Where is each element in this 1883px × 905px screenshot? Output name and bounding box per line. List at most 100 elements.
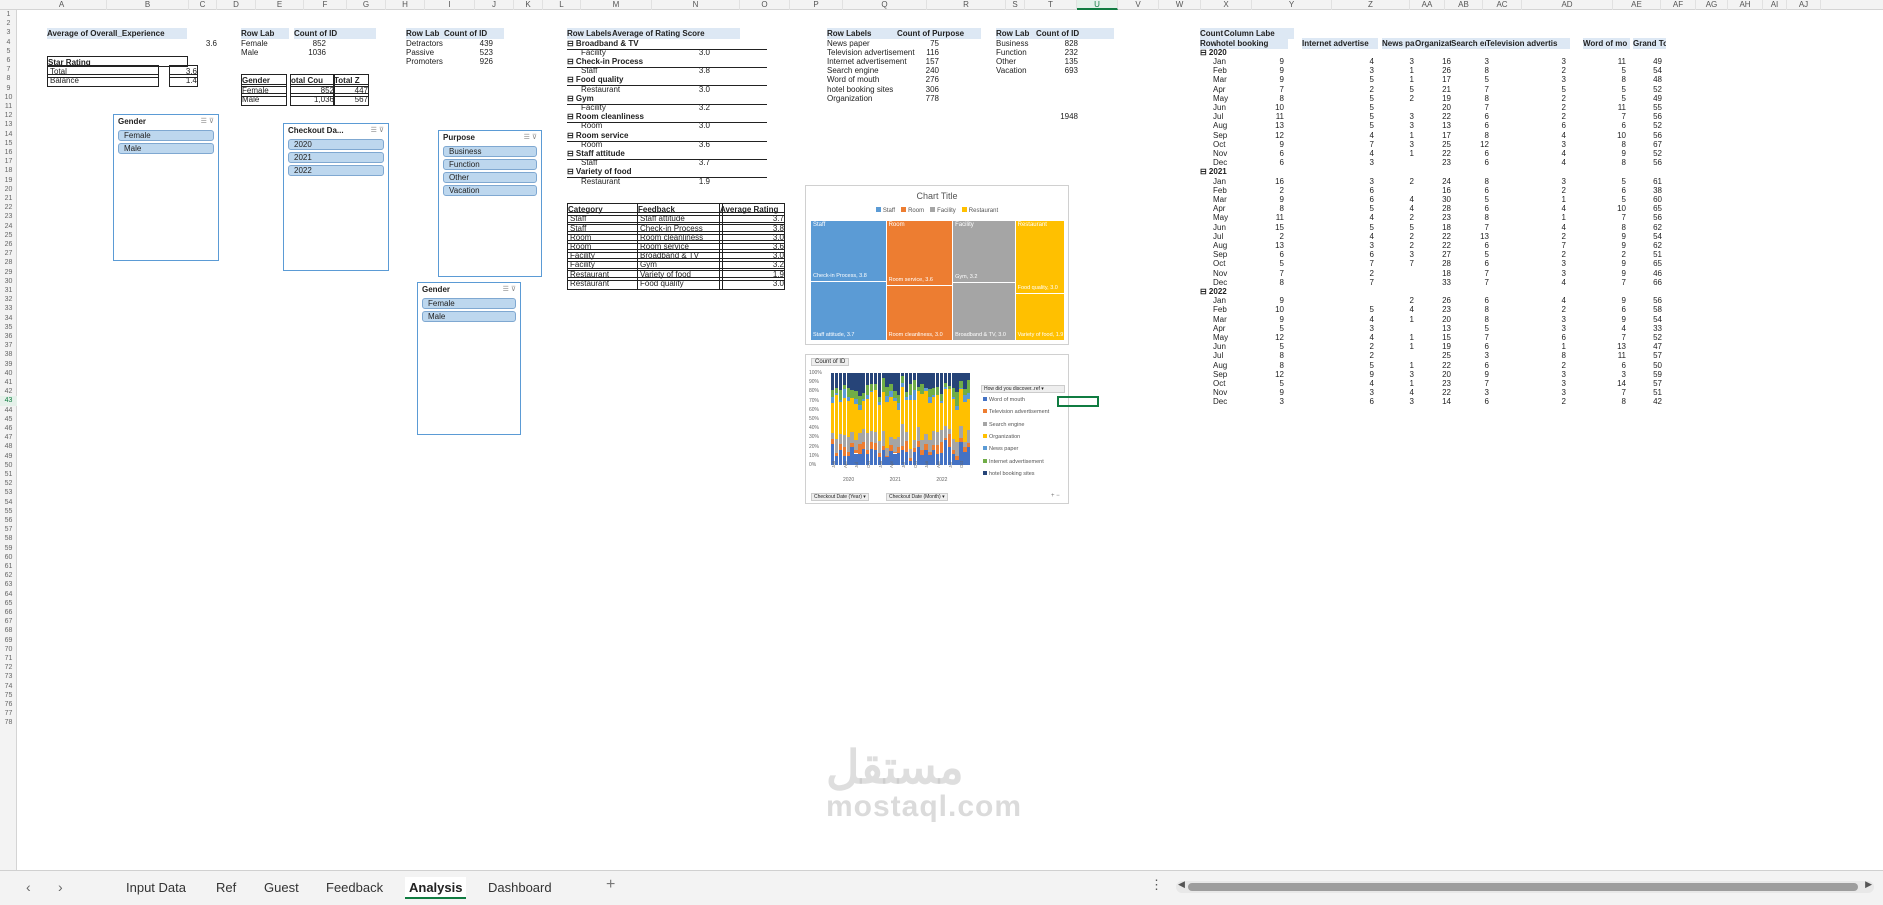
bar-segment[interactable] (939, 442, 944, 453)
bar-segment[interactable] (889, 445, 893, 451)
cross-column-header[interactable]: Organizat (1415, 37, 1455, 49)
sheet-tab-analysis[interactable]: Analysis (405, 877, 467, 899)
bar-segment[interactable] (873, 431, 878, 443)
row-header[interactable]: 42 (0, 387, 17, 396)
multiselect-icon[interactable]: ☰ ⊽ (524, 133, 537, 142)
bar-segment[interactable] (947, 389, 951, 430)
bar-segment[interactable] (916, 391, 920, 427)
bar-segment[interactable] (850, 431, 854, 444)
cross-value-cell[interactable]: 4 (1486, 277, 1566, 288)
bar-segment[interactable] (943, 437, 948, 440)
cross-column-header[interactable]: Word of mo (1583, 37, 1630, 49)
bar-segment[interactable] (869, 442, 874, 450)
column-header[interactable]: H (386, 0, 425, 10)
bar-segment[interactable] (916, 387, 920, 391)
row-header[interactable]: 10 (0, 93, 17, 102)
feedback-table-cell[interactable]: Food quality (637, 276, 723, 290)
bar-segment[interactable] (866, 433, 870, 450)
row-header[interactable]: 65 (0, 599, 17, 608)
treemap-tile[interactable]: Restaurant Food quality, 3.0 (1015, 221, 1064, 294)
row-header[interactable]: 74 (0, 682, 17, 691)
bar-segment[interactable] (897, 453, 901, 465)
bar-segment[interactable] (939, 403, 944, 430)
column-header[interactable]: AE (1613, 0, 1661, 10)
scroll-left-icon[interactable]: ◀ (1178, 879, 1185, 890)
row-header[interactable]: 37 (0, 341, 17, 350)
bar-segment[interactable] (854, 404, 858, 441)
multiselect-icon[interactable]: ☰ ⊽ (371, 126, 384, 135)
bar-segment[interactable] (912, 399, 916, 440)
cross-column-header[interactable]: Television advertis (1486, 37, 1570, 49)
bar-segment[interactable] (928, 396, 932, 404)
add-sheet-button[interactable]: + (606, 876, 615, 894)
cross-value-cell[interactable]: 23 (1415, 157, 1451, 168)
bar-segment[interactable] (854, 440, 858, 451)
column-header[interactable]: AB (1445, 0, 1483, 10)
bar-segment[interactable] (951, 387, 955, 397)
bar-segment[interactable] (850, 373, 854, 390)
cross-value-cell[interactable]: 33 (1415, 277, 1451, 288)
column-header[interactable]: J (475, 0, 514, 10)
bar-segment[interactable] (924, 391, 928, 434)
bar-segment[interactable] (932, 430, 936, 445)
cross-value-cell[interactable]: 42 (1633, 396, 1662, 407)
row-header[interactable]: 67 (0, 617, 17, 626)
row-header[interactable]: 32 (0, 295, 17, 304)
bar-segment[interactable] (831, 433, 835, 439)
bar-segment[interactable] (939, 429, 944, 442)
field-button-month[interactable]: Checkout Date (Month) ▾ (886, 493, 948, 501)
bar-segment[interactable] (943, 382, 948, 387)
row-header[interactable]: 78 (0, 718, 17, 727)
bar-segment[interactable] (936, 386, 940, 396)
expand-collapse-icons[interactable]: + − (1051, 493, 1060, 499)
bar-segment[interactable] (947, 434, 951, 448)
bar-segment[interactable] (877, 452, 881, 458)
bar-segment[interactable] (869, 390, 874, 393)
source-pivot-value[interactable]: 778 (897, 93, 939, 104)
bar-segment[interactable] (838, 373, 843, 391)
bar-segment[interactable] (959, 389, 963, 427)
row-header[interactable]: 3 (0, 28, 17, 37)
bar-segment[interactable] (932, 449, 936, 465)
bar-segment[interactable] (943, 373, 948, 383)
bar-segment[interactable] (889, 397, 893, 437)
bar-segment[interactable] (932, 373, 936, 389)
column-header[interactable]: I (425, 0, 475, 10)
bar-segment[interactable] (904, 396, 909, 400)
column-header[interactable]: E (256, 0, 304, 10)
column-header[interactable]: AI (1763, 0, 1787, 10)
bar-segment[interactable] (904, 441, 909, 452)
bar-segment[interactable] (912, 373, 916, 381)
bar-segment[interactable] (842, 385, 846, 389)
bar-segment[interactable] (939, 401, 944, 404)
row-header[interactable]: 46 (0, 424, 17, 433)
slicer-checkout[interactable]: Checkout Da... ☰ ⊽ 2020 2021 2022 (283, 123, 389, 271)
bar-segment[interactable] (908, 373, 913, 384)
bar-segment[interactable] (897, 395, 901, 403)
bar-segment[interactable] (955, 373, 959, 392)
field-button-year[interactable]: Checkout Date (Year) ▾ (811, 493, 869, 501)
nps-pivot-label[interactable]: Promoters (406, 56, 454, 67)
bar-segment[interactable] (858, 373, 862, 396)
bar-segment[interactable] (831, 438, 835, 445)
slicer-purpose[interactable]: Purpose ☰ ⊽ Business Function Other Vacation (438, 130, 542, 277)
row-header[interactable]: 19 (0, 176, 17, 185)
bar-segment[interactable] (834, 388, 839, 394)
bar-segment[interactable] (908, 448, 913, 458)
bar-segment[interactable] (916, 441, 920, 447)
gender-pivot-label[interactable]: Male (241, 47, 289, 58)
slicer-gender2[interactable]: Gender ☰ ⊽ Female Male (417, 282, 521, 435)
row-header[interactable]: 52 (0, 479, 17, 488)
bar-segment[interactable] (842, 397, 846, 435)
bar-segment[interactable] (904, 399, 909, 433)
bar-segment[interactable] (854, 373, 858, 392)
column-header[interactable]: C (189, 0, 217, 10)
bar-segment[interactable] (846, 397, 850, 402)
bar-segment[interactable] (963, 441, 967, 447)
bar-segment[interactable] (842, 388, 846, 398)
bar-segment[interactable] (928, 388, 932, 397)
column-header[interactable]: AJ (1787, 0, 1821, 10)
bar-segment[interactable] (885, 455, 889, 458)
bar-segment[interactable] (885, 386, 889, 396)
row-header[interactable]: 39 (0, 360, 17, 369)
